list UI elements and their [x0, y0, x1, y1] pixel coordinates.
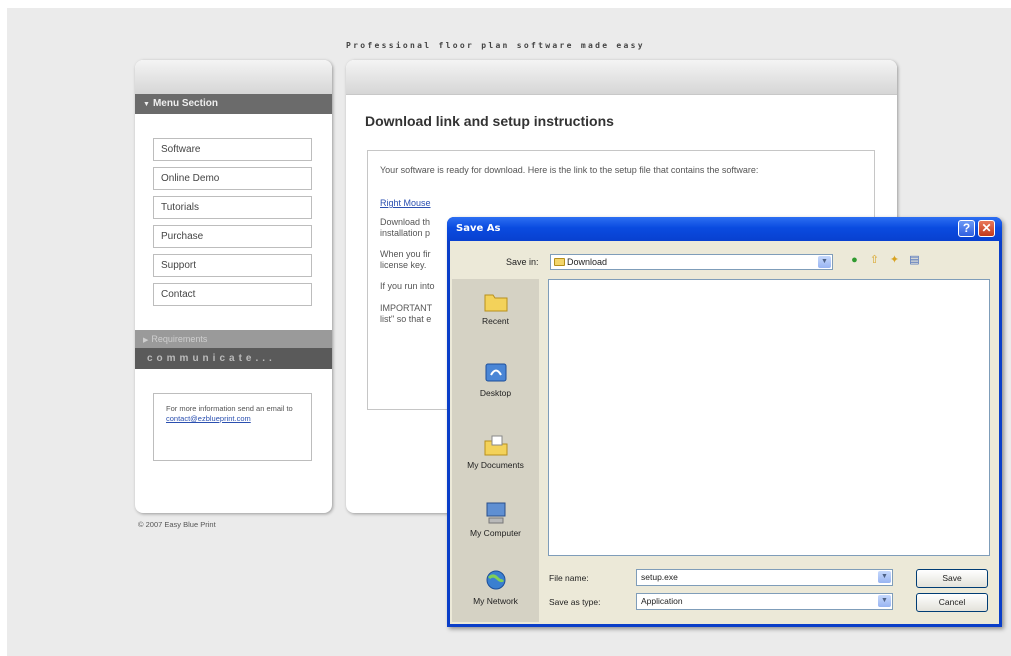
instruction-license-text: license key.	[380, 260, 427, 270]
place-label: My Documents	[467, 460, 524, 470]
requirements-label: Requirements	[151, 334, 208, 344]
save-as-type-value: Application	[641, 596, 683, 606]
dialog-titlebar[interactable]: Save As ? ✕	[447, 217, 1002, 241]
place-recent[interactable]: Recent	[452, 289, 539, 326]
cancel-button[interactable]: Cancel	[916, 593, 988, 612]
dialog-toolbar: ● ⇧ ✦ ▤	[848, 254, 921, 267]
download-ready-text: Your software is ready for download. Her…	[380, 165, 759, 175]
close-button[interactable]: ✕	[978, 220, 995, 237]
contact-email-link[interactable]: contact@ezblueprint.com	[166, 414, 251, 423]
chevron-down-icon[interactable]: ▼	[878, 571, 891, 583]
expand-arrow-icon: ▼	[143, 101, 150, 108]
save-in-dropdown[interactable]: Download ▼	[550, 254, 833, 270]
place-my-computer[interactable]: My Computer	[452, 501, 539, 538]
file-name-value: setup.exe	[641, 572, 678, 582]
menu-item-purchase[interactable]: Purchase	[153, 225, 312, 248]
setup-file-link[interactable]: Right Mouse	[380, 198, 431, 208]
file-list-area[interactable]	[548, 279, 990, 556]
help-button[interactable]: ?	[958, 220, 975, 237]
dialog-body: Save in: Download ▼ ● ⇧ ✦ ▤ Recent Deskt…	[450, 241, 999, 624]
place-label: My Computer	[469, 528, 521, 538]
important-text: list" so that e	[380, 314, 432, 324]
requirements-header[interactable]: ▶ Requirements	[135, 330, 332, 348]
place-my-documents[interactable]: My Documents	[452, 433, 539, 470]
main-panel-top-bar	[346, 60, 897, 95]
place-label: Recent	[482, 316, 509, 326]
collapsed-arrow-icon: ▶	[143, 337, 149, 344]
save-as-dialog: Save As ? ✕ Save in: Download ▼ ● ⇧ ✦ ▤ …	[447, 217, 1002, 627]
menu-item-online-demo[interactable]: Online Demo	[153, 167, 312, 190]
page-title: Download link and setup instructions	[365, 113, 614, 129]
up-folder-icon[interactable]: ⇧	[868, 254, 881, 267]
communicate-header: communicate...	[135, 348, 332, 369]
place-label: Desktop	[479, 388, 512, 398]
view-menu-icon[interactable]: ▤	[908, 254, 921, 267]
save-in-label: Save in:	[506, 257, 539, 267]
save-as-type-select[interactable]: Application ▼	[636, 593, 893, 610]
dialog-title: Save As	[456, 223, 501, 234]
instruction-download-text: Download th	[380, 217, 431, 227]
menu-item-tutorials[interactable]: Tutorials	[153, 196, 312, 219]
menu-item-contact[interactable]: Contact	[153, 283, 312, 306]
save-in-value: Download	[567, 257, 608, 267]
left-menu-panel: ▼ Menu Section Software Online Demo Tutor…	[135, 60, 332, 513]
place-my-network[interactable]: My Network	[452, 569, 539, 606]
copyright-text: © 2007 Easy Blue Print	[138, 520, 216, 529]
folder-icon	[554, 258, 565, 266]
important-label: IMPORTANT	[380, 303, 433, 313]
back-icon[interactable]: ●	[848, 254, 861, 267]
my-network-icon	[486, 570, 505, 590]
menu-item-support[interactable]: Support	[153, 254, 312, 277]
my-documents-icon	[484, 435, 507, 456]
left-panel-top-bar	[135, 60, 332, 95]
instruction-first-run-text: When you fir	[380, 249, 431, 259]
site-tagline: Professional floor plan software made ea…	[346, 41, 645, 50]
menu-item-software[interactable]: Software	[153, 138, 312, 161]
places-bar: Recent Desktop My Documents My Computer …	[452, 279, 539, 622]
save-as-type-label: Save as type:	[549, 597, 601, 607]
save-button[interactable]: Save	[916, 569, 988, 588]
contact-info-text: For more information send an email to	[166, 404, 293, 413]
my-computer-icon	[486, 502, 505, 524]
new-folder-icon[interactable]: ✦	[888, 254, 901, 267]
place-label: My Network	[473, 596, 518, 606]
recent-folder-icon	[484, 294, 507, 312]
menu-section-header[interactable]: ▼ Menu Section	[135, 94, 332, 114]
chevron-down-icon[interactable]: ▼	[878, 595, 891, 607]
place-desktop[interactable]: Desktop	[452, 361, 539, 398]
instruction-installation-text: installation p	[380, 228, 431, 238]
file-name-input[interactable]: setup.exe ▼	[636, 569, 893, 586]
contact-info-box: For more information send an email to co…	[153, 393, 312, 461]
menu-section-label: Menu Section	[152, 98, 218, 109]
file-name-label: File name:	[549, 573, 589, 583]
chevron-down-icon[interactable]: ▼	[818, 256, 831, 268]
desktop-icon	[485, 363, 506, 382]
